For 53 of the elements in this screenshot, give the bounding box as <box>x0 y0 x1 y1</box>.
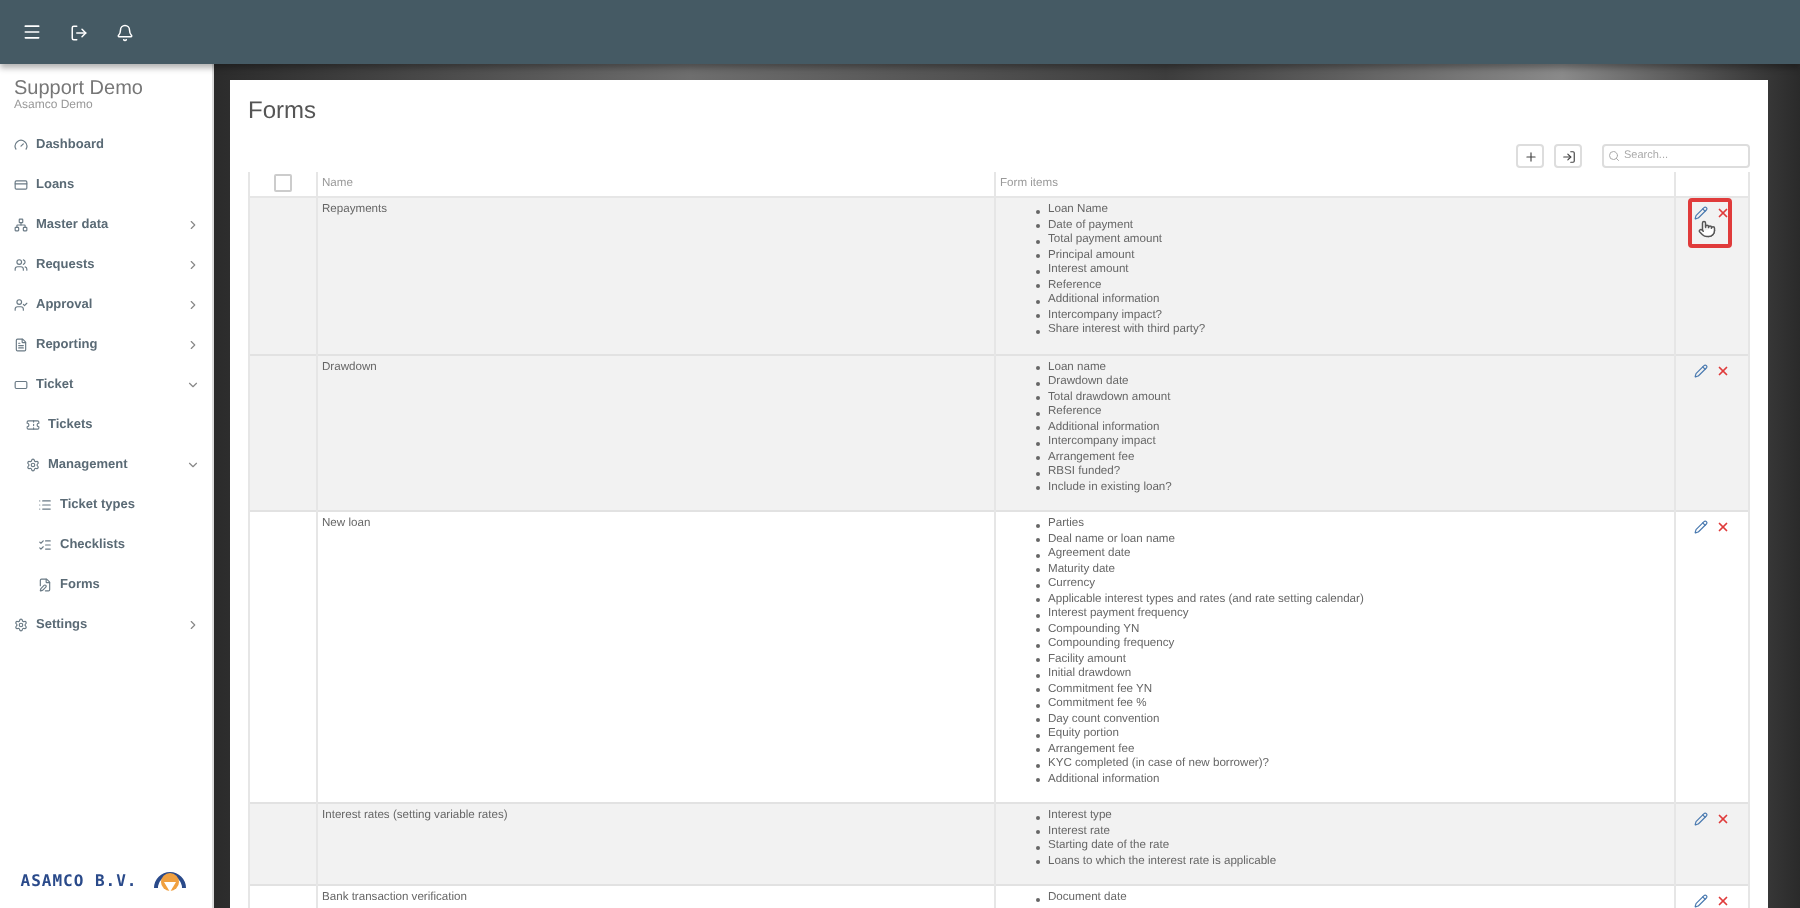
pencil-icon <box>1694 520 1708 534</box>
search-icon <box>1608 150 1620 162</box>
select-all-checkbox[interactable] <box>274 173 292 191</box>
edit-button[interactable] <box>1694 206 1708 220</box>
pencil-icon <box>1694 812 1708 826</box>
nav-icon <box>14 377 28 391</box>
delete-button[interactable] <box>1716 363 1730 377</box>
plus-icon <box>1523 149 1537 163</box>
nav-icon <box>38 577 52 591</box>
chevron-right-icon <box>186 257 200 271</box>
delete-button[interactable] <box>1716 520 1730 534</box>
logo-text: ASAMCO B.V. <box>20 871 138 889</box>
nav-icon <box>38 537 52 551</box>
hand-cursor-icon <box>1698 220 1716 238</box>
nav-icon <box>14 617 28 631</box>
pencil-icon <box>1694 206 1708 220</box>
edit-button[interactable] <box>1694 363 1708 377</box>
edit-button[interactable] <box>1694 812 1708 826</box>
import-button[interactable] <box>1554 144 1582 168</box>
nav-icon <box>14 337 28 351</box>
delete-button[interactable] <box>1716 206 1730 220</box>
chevron-down-icon <box>186 457 200 471</box>
nav-icon <box>14 257 28 271</box>
chevron-right-icon <box>186 617 200 631</box>
close-icon <box>1716 363 1730 377</box>
page-title: Forms <box>248 96 318 124</box>
close-icon <box>1716 520 1730 534</box>
chevron-right-icon <box>186 217 200 231</box>
add-button[interactable] <box>1516 144 1544 168</box>
nav-icon <box>38 497 52 511</box>
delete-button[interactable] <box>1716 812 1730 826</box>
delete-button[interactable] <box>1716 894 1730 908</box>
logout-icon[interactable] <box>70 23 88 41</box>
nav-icon <box>14 217 28 231</box>
pencil-icon <box>1694 894 1708 908</box>
chevron-right-icon <box>186 297 200 311</box>
nav-icon <box>14 137 28 151</box>
app-title: Support Demo <box>12 78 145 100</box>
menu-icon[interactable] <box>22 22 42 42</box>
close-icon <box>1716 894 1730 908</box>
bell-icon[interactable] <box>116 23 134 41</box>
nav-icon <box>26 417 40 431</box>
nav-icon <box>14 177 28 191</box>
edit-button[interactable] <box>1694 520 1708 534</box>
nav-icon <box>14 297 28 311</box>
close-icon <box>1716 812 1730 826</box>
import-icon <box>1561 149 1575 163</box>
edit-button[interactable] <box>1694 894 1708 908</box>
chevron-down-icon <box>186 377 200 391</box>
nav-icon <box>26 457 40 471</box>
chevron-right-icon <box>186 337 200 351</box>
pencil-icon <box>1694 363 1708 377</box>
close-icon <box>1716 206 1730 220</box>
